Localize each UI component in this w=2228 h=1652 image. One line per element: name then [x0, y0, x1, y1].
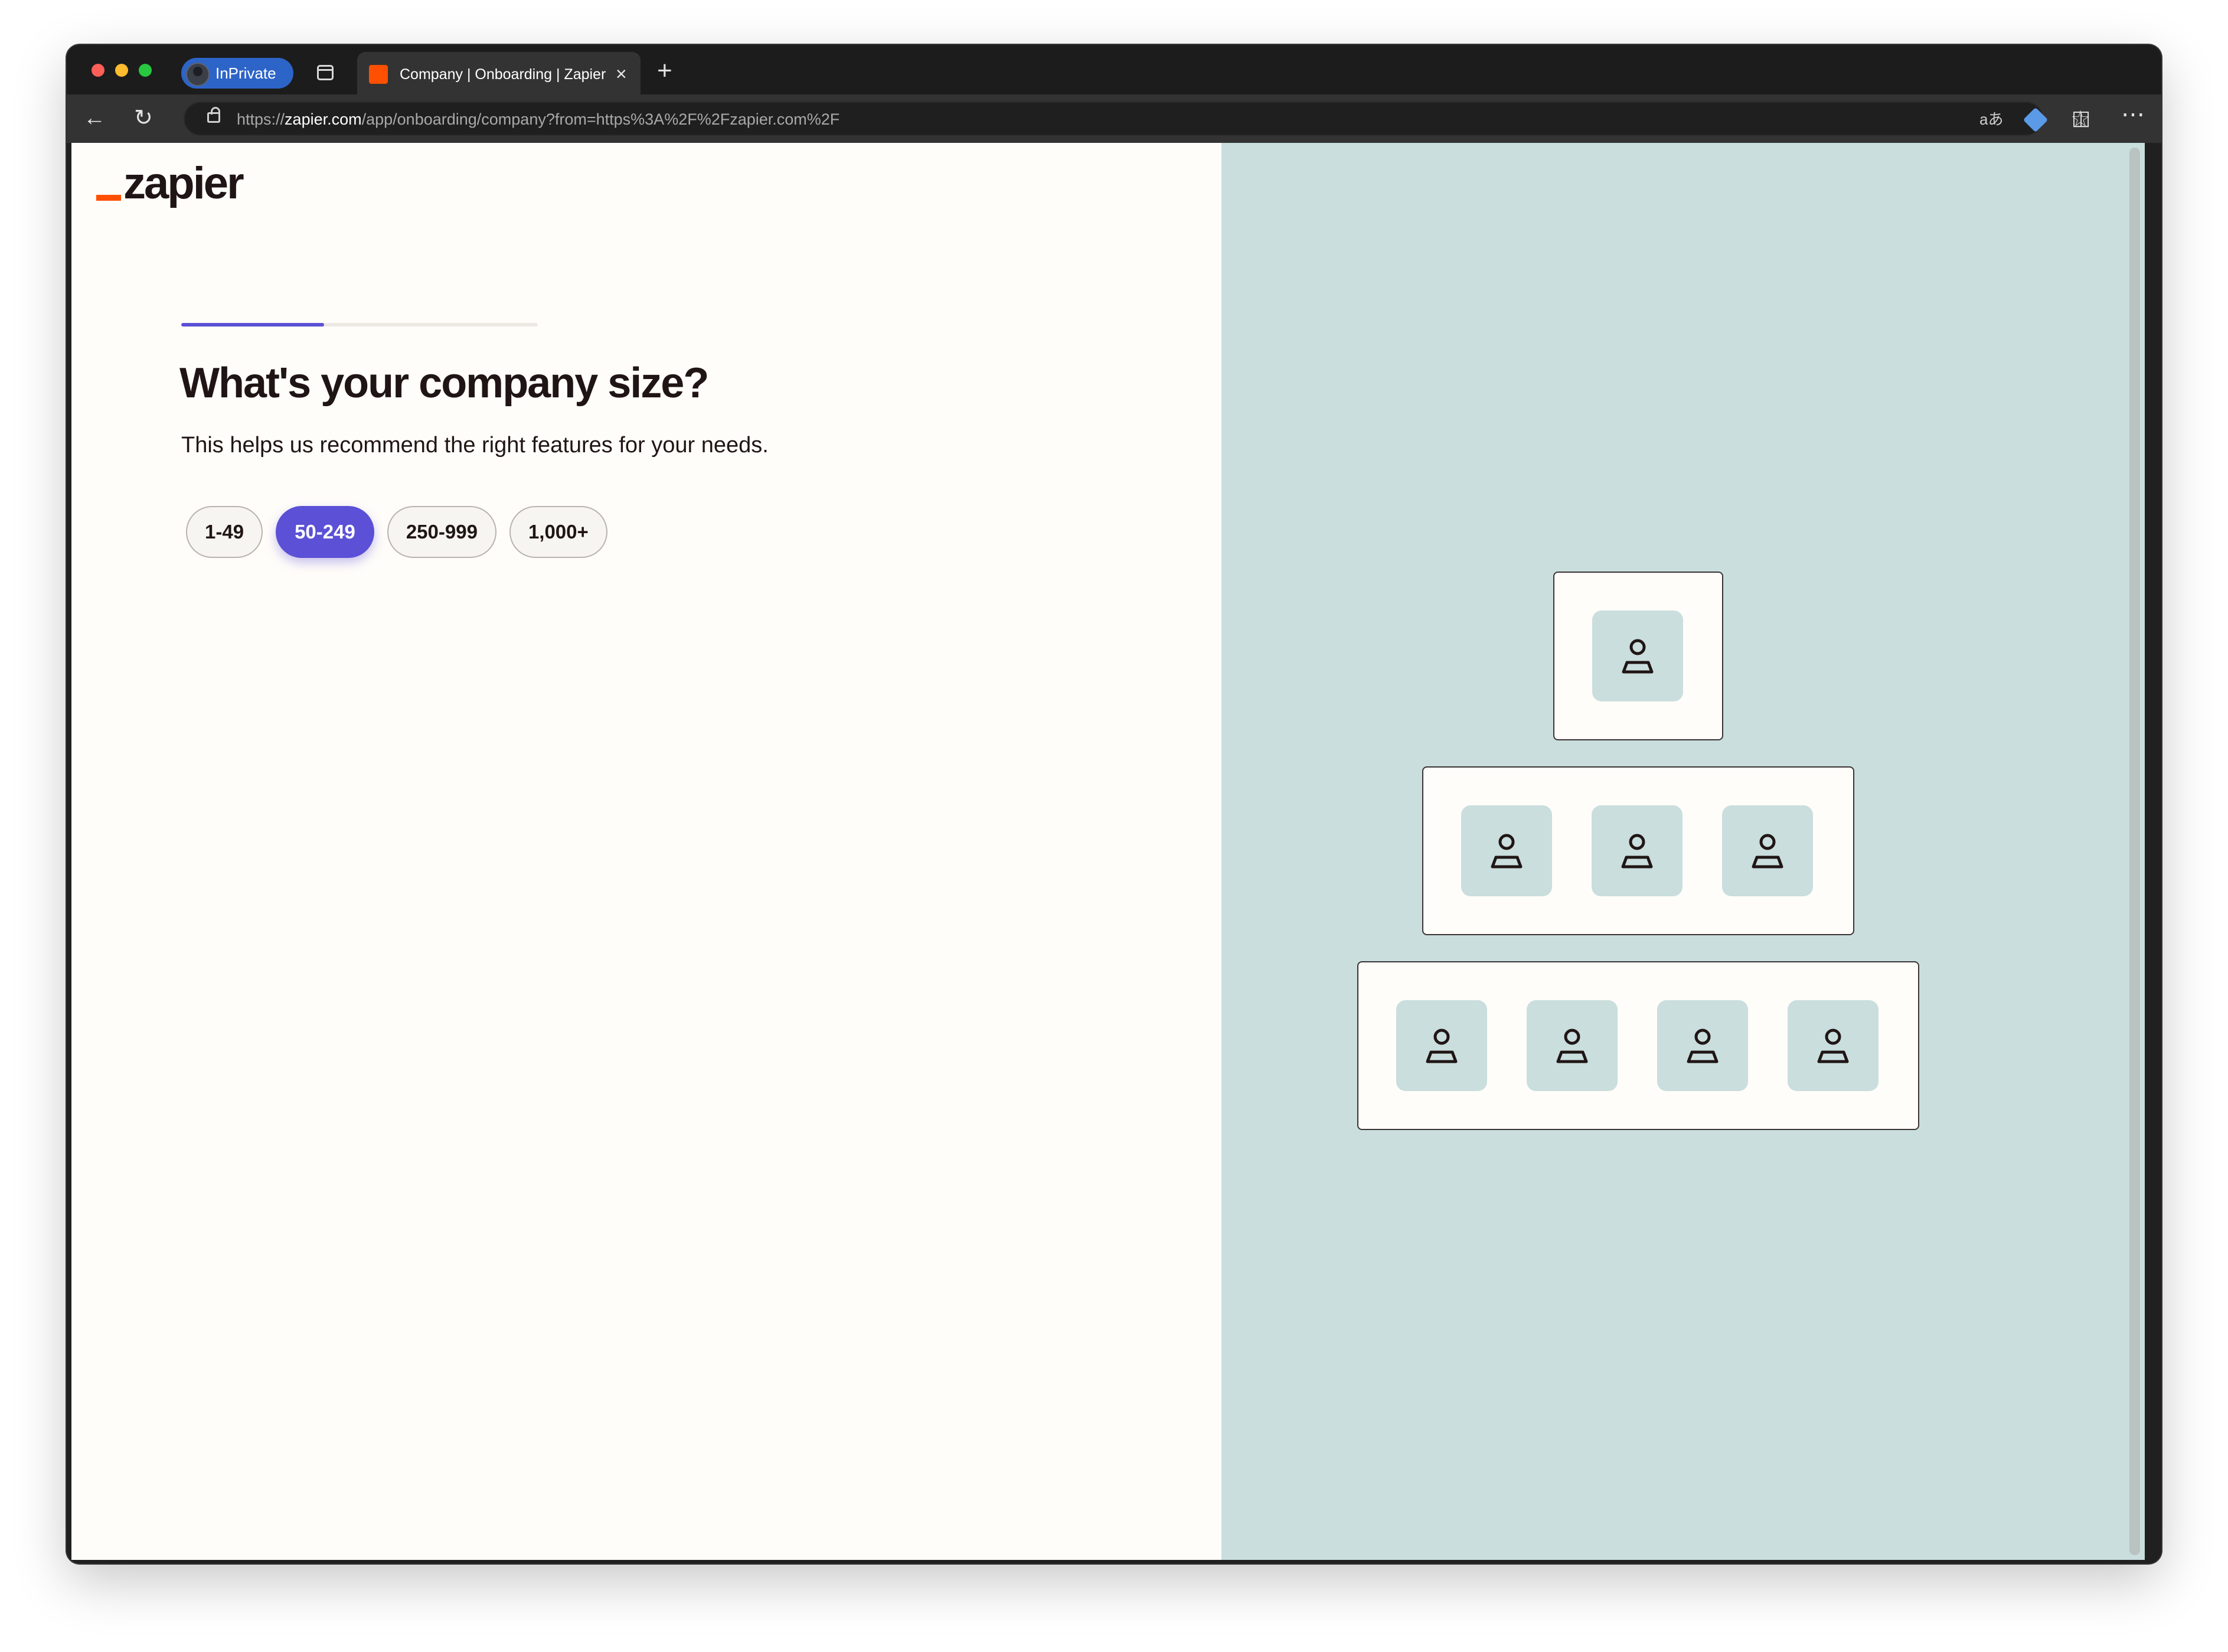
person-icon: [1817, 1029, 1849, 1063]
person-icon: [1426, 1029, 1458, 1063]
zapier-logo[interactable]: zapier: [96, 157, 244, 210]
browser-window: InPrivate Company | Onboarding | Zapier …: [67, 45, 2161, 1563]
size-option-1-49[interactable]: 1-49: [186, 506, 263, 558]
page-subtitle: This helps us recommend the right featur…: [181, 433, 769, 458]
company-size-options: 1-49 50-249 250-999 1,000+: [186, 506, 607, 558]
person-icon: [1752, 834, 1783, 869]
more-menu-icon[interactable]: ⋯: [2121, 102, 2145, 128]
url-text[interactable]: https://zapier.com/app/onboarding/compan…: [237, 103, 839, 136]
page-content: zapier What's your company size? This he…: [71, 143, 2145, 1560]
person-tile: [1592, 610, 1683, 701]
person-icon: [1491, 834, 1523, 869]
person-tile: [1788, 1000, 1879, 1091]
tab-title: Company | Onboarding | Zapier: [400, 66, 606, 83]
illustration-panel: [1221, 143, 2145, 1560]
person-tile: [1396, 1000, 1487, 1091]
person-tile: [1592, 805, 1683, 896]
person-icon: [1556, 1029, 1588, 1063]
person-icon: [1622, 639, 1654, 674]
logo-text: zapier: [123, 158, 244, 208]
person-icon: [1621, 834, 1653, 869]
inprivate-badge[interactable]: InPrivate: [181, 58, 293, 89]
profile-avatar-icon: [186, 63, 210, 86]
maximize-window-button[interactable]: [139, 64, 152, 77]
address-toolbar: ← ↻ https://zapier.com/app/onboarding/co…: [67, 94, 2161, 143]
size-option-1000-plus[interactable]: 1,000+: [509, 506, 607, 558]
url-host: zapier.com: [285, 110, 362, 128]
minimize-window-button[interactable]: [115, 64, 128, 77]
split-screen-icon[interactable]: ◫: [2072, 105, 2090, 131]
org-tier-top: [1553, 572, 1723, 740]
close-window-button[interactable]: [92, 64, 104, 77]
page-title: What's your company size?: [179, 360, 709, 407]
inprivate-label: InPrivate: [215, 64, 276, 82]
org-tier-middle: [1422, 766, 1854, 935]
tab-bar: InPrivate Company | Onboarding | Zapier …: [67, 45, 2161, 94]
lock-icon[interactable]: [207, 107, 220, 123]
coupon-tag-icon[interactable]: [2023, 107, 2049, 133]
page-scrollbar[interactable]: [2129, 148, 2140, 1555]
tab-actions-icon[interactable]: [317, 65, 334, 80]
person-icon: [1687, 1029, 1719, 1063]
back-arrow-icon[interactable]: ←: [83, 105, 106, 131]
person-tile: [1461, 805, 1552, 896]
tab-active[interactable]: Company | Onboarding | Zapier ×: [357, 52, 641, 94]
onboarding-form-panel: zapier What's your company size? This he…: [71, 143, 1221, 1560]
new-tab-button[interactable]: +: [657, 57, 672, 85]
person-tile: [1657, 1000, 1748, 1091]
zapier-favicon-icon: [369, 65, 388, 84]
person-tile: [1722, 805, 1813, 896]
org-tier-bottom: [1357, 961, 1919, 1130]
logo-underscore-mark: [96, 195, 121, 201]
tab-close-icon[interactable]: ×: [616, 63, 627, 84]
onboarding-progress-bar: [181, 323, 538, 327]
translate-icon[interactable]: aあ: [1979, 107, 2003, 131]
url-prefix: https://: [237, 110, 285, 128]
person-tile: [1527, 1000, 1618, 1091]
reload-icon[interactable]: ↻: [134, 105, 153, 131]
size-option-250-999[interactable]: 250-999: [387, 506, 496, 558]
progress-fill: [181, 323, 324, 327]
url-path: /app/onboarding/company?from=https%3A%2F…: [361, 110, 840, 128]
address-bar[interactable]: https://zapier.com/app/onboarding/compan…: [184, 102, 2090, 136]
size-option-50-249[interactable]: 50-249: [276, 506, 374, 558]
